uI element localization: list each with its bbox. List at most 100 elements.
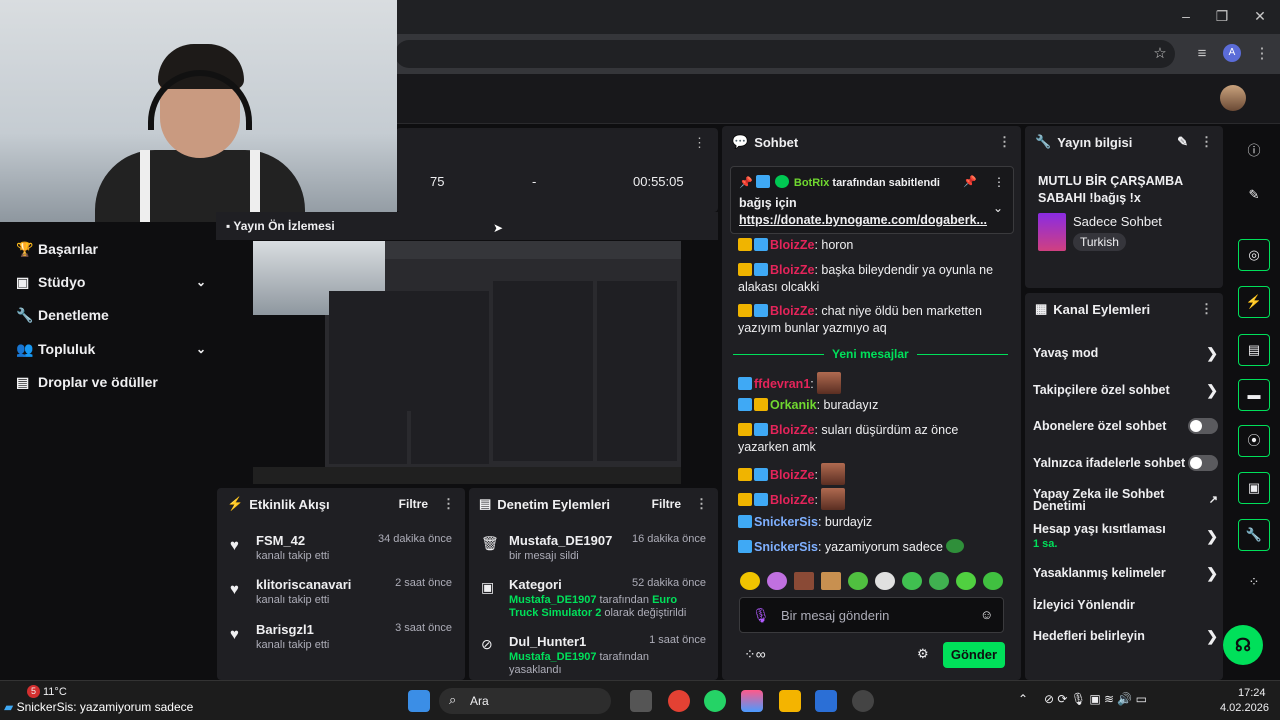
copilot-icon[interactable] <box>741 690 763 712</box>
feed-user[interactable]: klitoriscanavari <box>256 577 351 592</box>
gear-icon[interactable]: ⚙ <box>917 646 929 662</box>
nav-item-drops[interactable]: ▤ Droplar ve ödüller <box>16 367 206 397</box>
weather-widget[interactable]: 11°C <box>43 686 67 698</box>
user-avatar[interactable] <box>1220 85 1246 111</box>
task-view-icon[interactable] <box>630 690 652 712</box>
nav-item-achievements[interactable]: 🏆 Başarılar <box>16 234 206 264</box>
profile-avatar[interactable]: A <box>1223 44 1241 62</box>
action-banned-words[interactable]: Yasaklanmış kelimeler ❯ <box>1033 564 1218 582</box>
chat-username[interactable]: SnickerSis <box>754 515 818 529</box>
chat-username[interactable]: SnickerSis <box>754 540 818 554</box>
action-emotes-only[interactable]: Yalnızca ifadelerle sohbet <box>1033 454 1218 472</box>
nav-item-studio[interactable]: ▣ Stüdyo ⌄ <box>16 267 206 297</box>
preview-title: ▪ Yayın Ön İzlemesi <box>226 219 335 233</box>
camera-icon[interactable]: ▣ <box>1238 472 1270 504</box>
action-followers-only[interactable]: Takipçilere özel sohbet ❯ <box>1033 381 1218 399</box>
close-icon[interactable]: ✕ <box>1250 8 1270 24</box>
toast-notification[interactable]: ▰ SnickerSis: yazamiyorum sadece <box>4 700 193 714</box>
chat-username[interactable]: BloizZe <box>770 468 814 482</box>
pinned-message[interactable]: 📌 BotRix tarafından sabitlendi 📌 ⋮ bağış… <box>730 166 1014 234</box>
chat-username[interactable]: BloizZe <box>770 493 814 507</box>
action-host[interactable]: İzleyici Yönlendir <box>1033 596 1218 614</box>
nav-item-community[interactable]: 👥 Topluluk ⌄ <box>16 334 206 364</box>
nav-label: Topluluk <box>38 341 96 357</box>
action-slow-mode[interactable]: Yavaş mod ❯ <box>1033 344 1218 362</box>
lightning-icon[interactable]: ⚡ <box>1238 286 1270 318</box>
windows-start-icon[interactable] <box>408 690 430 712</box>
more-icon[interactable]: ⋮ <box>998 134 1011 150</box>
chat-title: Sohbet <box>754 134 799 150</box>
stream-preview[interactable] <box>253 241 681 484</box>
chat-bubble-icon[interactable]: ▬ <box>1238 379 1270 411</box>
chat-username[interactable]: BloizZe <box>770 423 814 437</box>
pinned-link[interactable]: https://donate.bynogame.com/dogaberk... <box>739 213 989 227</box>
apps-icon[interactable]: ⁘ <box>1244 574 1264 590</box>
mod-user[interactable]: Mustafa_DE1907 <box>509 533 612 548</box>
mod-filter-button[interactable]: Filtre <box>652 497 681 511</box>
info-icon[interactable]: ⓘ <box>1244 140 1264 159</box>
emoji-icon[interactable]: ☺ <box>980 607 993 622</box>
feed-user[interactable]: FSM_42 <box>256 533 305 548</box>
wrench-icon[interactable]: 🔧 <box>1238 519 1270 551</box>
action-subscribers-only[interactable]: Abonelere özel sohbet <box>1033 417 1218 435</box>
emote-picker-strip[interactable] <box>740 572 1010 593</box>
toggle-switch[interactable] <box>1188 418 1218 434</box>
stats-more-icon[interactable]: ⋮ <box>693 135 706 151</box>
kick-points-icon[interactable]: ⁘∞ <box>744 646 766 663</box>
nav-item-moderation[interactable]: 🔧 Denetleme <box>16 300 206 330</box>
file-explorer-icon[interactable] <box>779 690 801 712</box>
more-icon[interactable]: ⋮ <box>695 496 708 512</box>
menu-dots-icon[interactable]: ⋮ <box>1252 44 1272 64</box>
bookmark-star-icon[interactable]: ☆ <box>1150 44 1170 64</box>
mod-user[interactable]: Dul_Hunter1 <box>509 634 586 649</box>
more-icon[interactable]: ⋮ <box>442 496 455 512</box>
action-account-age[interactable]: Hesap yaşı kısıtlaması 1 sa. ❯ <box>1033 522 1218 550</box>
action-ai-moderation[interactable]: Yapay Zeka ile Sohbet Denetimi ↗ <box>1033 487 1218 513</box>
screenshot-icon[interactable]: ◎ <box>1238 239 1270 271</box>
tray-chevron-icon[interactable]: ⌃ <box>1018 692 1028 706</box>
stream-tag[interactable]: Turkish <box>1073 233 1126 251</box>
action-set-goals[interactable]: Hedefleri belirleyin ❯ <box>1033 627 1218 645</box>
maximize-icon[interactable]: ❐ <box>1212 8 1232 24</box>
media-control-icon[interactable]: ≡ <box>1192 44 1212 64</box>
more-icon[interactable]: ⋮ <box>993 175 1005 189</box>
chat-input[interactable]: 🎙 Bir mesaj gönderin ☺ <box>739 597 1004 633</box>
list-item: ♥ FSM_42 kanalı takip etti 34 dakika önc… <box>230 533 455 573</box>
chat-username[interactable]: BloizZe <box>770 238 814 252</box>
more-icon[interactable]: ⋮ <box>1200 134 1213 150</box>
chat-username[interactable]: ffdevran1 <box>754 377 810 391</box>
left-nav: 🏆 Başarılar ▣ Stüdyo ⌄ 🔧 Denetleme 👥 Top… <box>0 222 215 680</box>
toggle-switch[interactable] <box>1188 455 1218 471</box>
microphone-icon[interactable]: 🎙 <box>752 607 770 624</box>
feed-user[interactable]: Barisgzl1 <box>256 622 314 637</box>
chrome-icon[interactable] <box>668 690 690 712</box>
clock-time[interactable]: 17:24 <box>1238 687 1266 699</box>
send-button[interactable]: Gönder <box>943 642 1005 668</box>
obs-icon[interactable] <box>852 690 874 712</box>
category-thumbnail <box>1038 213 1066 251</box>
address-bar[interactable] <box>395 40 1175 68</box>
activity-filter-button[interactable]: Filtre <box>399 497 428 511</box>
unpin-icon[interactable]: 📌 <box>963 175 977 188</box>
mod-user[interactable]: Kategori <box>509 577 562 592</box>
broadcast-icon[interactable]: ⦿ <box>1238 425 1270 457</box>
taskbar-search[interactable]: ⌕ Ara <box>439 688 611 714</box>
chat-username[interactable]: Orkanik <box>770 398 817 412</box>
pencil-icon[interactable]: ✎ <box>1177 134 1188 150</box>
whatsapp-icon[interactable] <box>704 690 726 712</box>
clock-date[interactable]: 4.02.2026 <box>1220 702 1269 714</box>
wrench-icon: 🔧 <box>16 306 34 323</box>
support-button[interactable]: ☊ <box>1223 625 1263 665</box>
more-icon[interactable]: ⋮ <box>1200 301 1213 317</box>
stream-category[interactable]: Sadece Sohbet <box>1073 214 1162 229</box>
notes-icon[interactable]: ▤ <box>1238 334 1270 366</box>
wrench-icon: 🔧 <box>1035 134 1052 149</box>
minimize-icon[interactable]: – <box>1176 8 1196 24</box>
pencil-icon[interactable]: ✎ <box>1244 187 1264 203</box>
chat-username[interactable]: BloizZe <box>770 263 814 277</box>
crown-badge-icon <box>738 493 752 506</box>
tray-icons[interactable]: ⊘ ⟳ 🎙 ▣ ≋ 🔊 ▭ <box>1044 692 1147 706</box>
store-icon[interactable] <box>815 690 837 712</box>
chevron-down-icon[interactable]: ⌄ <box>993 201 1003 215</box>
chat-username[interactable]: BloizZe <box>770 304 814 318</box>
